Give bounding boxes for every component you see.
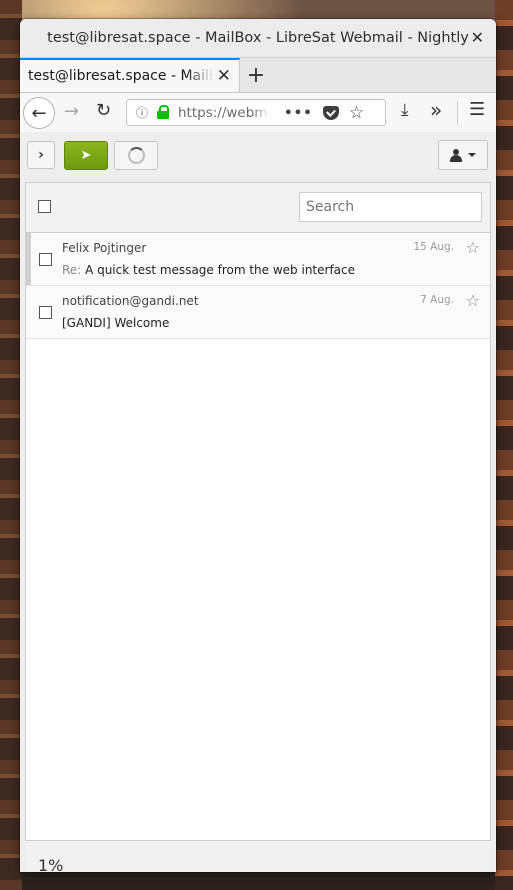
refresh-button[interactable]	[114, 141, 158, 170]
message-row[interactable]: notification@gandi.net [GANDI] Welcome 7…	[26, 286, 490, 339]
paper-plane-icon: ➤	[80, 148, 92, 163]
user-icon	[450, 148, 462, 162]
message-list-header	[26, 183, 490, 233]
tab-close-icon[interactable]: ✕	[217, 66, 231, 86]
message-sender: Felix Pojtinger	[62, 241, 147, 255]
message-date: 7 Aug.	[420, 294, 454, 306]
browser-window: test@libresat.space - MailBox - LibreSat…	[20, 19, 496, 872]
account-menu-button[interactable]	[438, 140, 488, 170]
message-date: 15 Aug.	[413, 241, 454, 253]
reload-icon: ↻	[96, 100, 112, 121]
message-list-panel: Felix Pojtinger Re: A quick test message…	[25, 182, 491, 872]
star-icon[interactable]: ☆	[466, 238, 480, 257]
forward-button[interactable]: →	[64, 101, 79, 122]
window-title: test@libresat.space - MailBox - LibreSat…	[47, 30, 469, 46]
star-icon[interactable]: ☆	[466, 291, 480, 310]
tab-mailbox[interactable]: test@libresat.space - MailBox - LibreSat…	[20, 58, 240, 92]
loading-spinner-icon	[127, 147, 145, 164]
arrow-left-icon: ←	[31, 102, 47, 124]
hamburger-menu-icon[interactable]: ☰	[469, 99, 485, 120]
message-subject: Re: A quick test message from the web in…	[62, 263, 355, 277]
search-input[interactable]	[299, 192, 482, 222]
message-subject-text: [GANDI] Welcome	[62, 316, 170, 330]
reply-prefix: Re:	[62, 263, 82, 277]
url-bar[interactable]: ⓘ https://webmail.libresat.space ••• ☆	[126, 99, 386, 126]
lock-icon[interactable]	[156, 104, 170, 119]
webmail-content: › ➤ Felix Pojtinger Re: A quick test mes	[20, 132, 496, 872]
select-all-checkbox[interactable]	[38, 200, 51, 213]
message-subject-text: A quick test message from the web interf…	[85, 263, 356, 277]
message-sender: notification@gandi.net	[62, 294, 199, 308]
info-icon[interactable]: ⓘ	[131, 104, 153, 121]
tab-bar: test@libresat.space - MailBox - LibreSat…	[20, 58, 496, 93]
quota-percentage: 1%	[38, 856, 64, 872]
page-actions-icon[interactable]: •••	[284, 105, 313, 121]
compose-button[interactable]: ➤	[64, 141, 108, 170]
chevron-right-icon: ›	[38, 147, 44, 163]
mail-toolbar: › ➤	[20, 132, 496, 180]
window-titlebar[interactable]: test@libresat.space - MailBox - LibreSat…	[20, 19, 496, 58]
list-footer: 1%	[25, 840, 491, 872]
message-checkbox[interactable]	[39, 253, 52, 266]
toolbar-separator	[457, 101, 458, 125]
message-row[interactable]: Felix Pojtinger Re: A quick test message…	[26, 233, 490, 286]
new-tab-button[interactable]: +	[240, 58, 272, 92]
reload-button[interactable]: ↻	[96, 100, 111, 121]
back-button[interactable]: ←	[23, 97, 55, 129]
window-close-icon[interactable]: ✕	[471, 28, 484, 47]
caret-down-icon	[468, 153, 476, 157]
bookmark-star-icon[interactable]: ☆	[349, 103, 364, 123]
desktop-background-right	[495, 0, 513, 890]
navigation-bar: ← → ↻ ⓘ https://webmail.libresat.space •…	[20, 93, 496, 134]
message-checkbox[interactable]	[39, 306, 52, 319]
url-text[interactable]: https://webmail.libresat.space	[178, 105, 270, 121]
pocket-icon[interactable]	[322, 105, 339, 120]
expand-sidebar-button[interactable]: ›	[27, 141, 55, 169]
download-icon[interactable]: ⤓	[401, 100, 409, 120]
arrow-right-icon: →	[64, 101, 80, 122]
message-subject: [GANDI] Welcome	[62, 316, 169, 330]
overflow-chevron-icon[interactable]: »	[430, 98, 442, 122]
desktop-background-left	[0, 0, 22, 890]
tab-title: test@libresat.space - MailBox - LibreSat…	[28, 68, 214, 84]
